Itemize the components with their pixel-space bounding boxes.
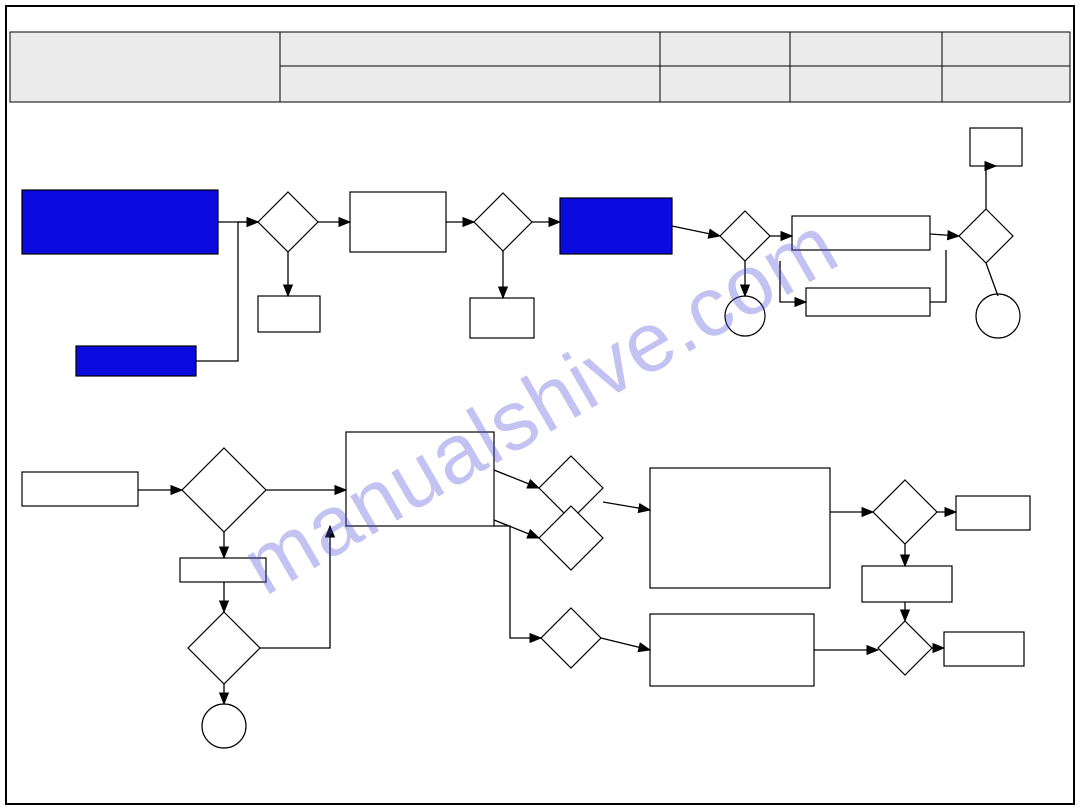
shape-r13 — [650, 468, 830, 588]
flowchart-shapes — [22, 128, 1030, 748]
shape-r3 — [258, 296, 320, 332]
shape-d3 — [720, 211, 770, 261]
shape-d11 — [878, 621, 932, 675]
shape-r2 — [76, 346, 196, 376]
shape-r17 — [944, 632, 1024, 666]
shape-d2 — [474, 193, 532, 251]
shape-d8 — [539, 506, 603, 570]
shape-r4 — [350, 192, 446, 252]
shape-d5 — [182, 448, 266, 532]
edge-d7-r13 — [603, 502, 650, 510]
shape-c2 — [976, 294, 1020, 338]
page-border — [6, 6, 1074, 804]
shape-d1 — [258, 192, 318, 252]
edge-r12-d7 — [494, 470, 539, 488]
edge-d3r8-r8 — [780, 261, 806, 302]
edge-d4-r9 — [986, 166, 996, 209]
shape-d4 — [959, 209, 1013, 263]
shape-c3 — [202, 704, 246, 748]
header-table — [10, 32, 1070, 102]
shape-r12 — [346, 432, 494, 526]
shape-r10 — [22, 472, 138, 506]
shape-r9 — [970, 128, 1022, 166]
shape-r5 — [470, 298, 534, 338]
edge-d6-r12 — [260, 526, 330, 648]
edge-r6-d3 — [672, 226, 720, 236]
diagram-canvas — [0, 0, 1080, 810]
shape-r11 — [180, 558, 266, 582]
edge-d4-c2 — [986, 263, 998, 296]
shape-r7 — [792, 216, 930, 250]
shape-r15 — [956, 496, 1030, 530]
shape-d6 — [188, 612, 260, 684]
edge-d9-r14 — [601, 638, 650, 650]
shape-r8 — [806, 288, 930, 316]
shape-r1 — [22, 190, 218, 254]
edge-r12-d9 — [494, 526, 541, 638]
shape-r6 — [560, 198, 672, 254]
shape-d9 — [541, 608, 601, 668]
edge-r7-d4 — [930, 234, 959, 236]
edge-r8-d4 — [930, 250, 946, 302]
shape-d10 — [873, 480, 937, 544]
edge-r12-d8 — [494, 520, 539, 538]
shape-c1 — [725, 296, 765, 336]
shape-r16 — [862, 566, 952, 602]
shape-r14 — [650, 614, 814, 686]
